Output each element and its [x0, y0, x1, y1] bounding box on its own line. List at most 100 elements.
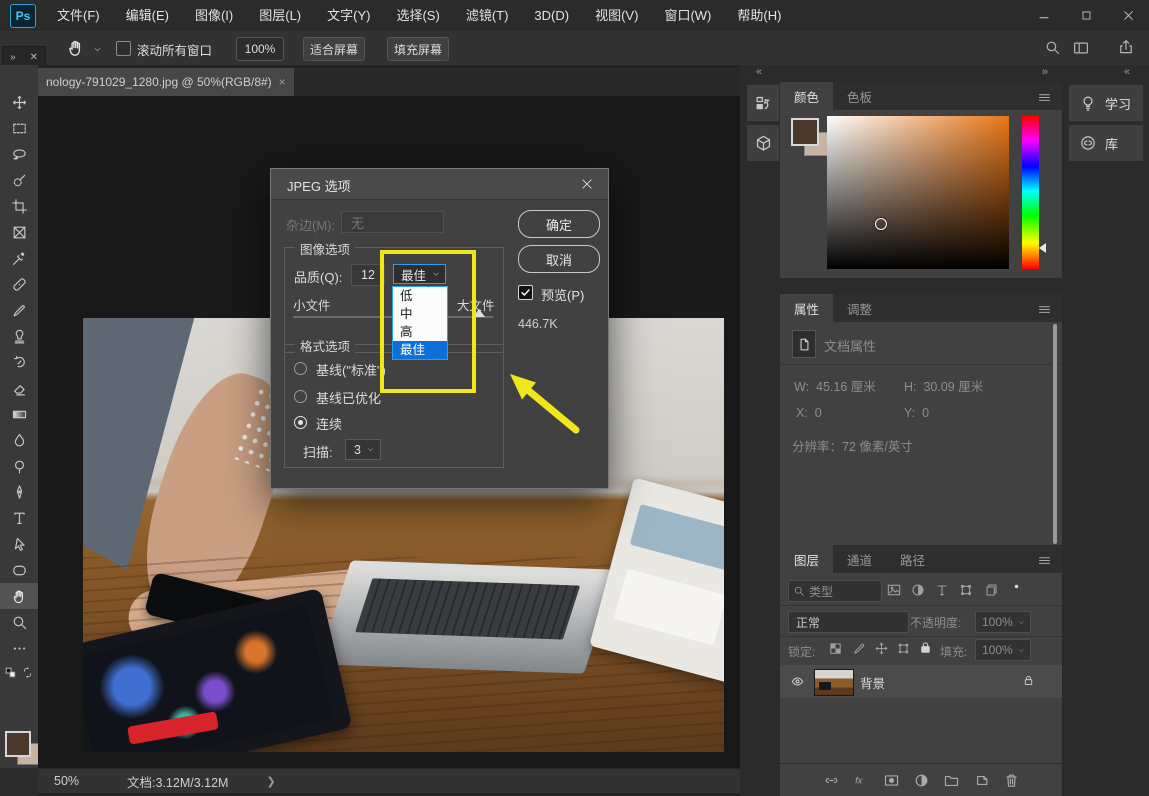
blend-mode-select[interactable]: 正常	[788, 611, 909, 633]
lock-all-icon[interactable]	[918, 640, 933, 655]
share-icon[interactable]	[1117, 38, 1135, 56]
foreground-color-swatch[interactable]	[5, 731, 31, 757]
layer-filter-select[interactable]: 类型	[788, 580, 882, 602]
layer-visibility-eye-icon[interactable]	[789, 675, 806, 688]
adjustment-layer-icon[interactable]	[913, 772, 930, 789]
layer-thumbnail[interactable]	[814, 669, 854, 696]
scroll-all-windows-checkbox[interactable]	[116, 41, 131, 56]
cancel-button[interactable]: 取消	[518, 245, 600, 273]
minimize-button[interactable]	[1023, 2, 1065, 30]
tab-swatches[interactable]: 色板	[833, 82, 886, 110]
learn-panel-button[interactable]: 学习	[1068, 84, 1144, 122]
menu-3d[interactable]: 3D(D)	[521, 0, 582, 31]
search-icon[interactable]	[1044, 39, 1061, 56]
fill-field[interactable]: 100%	[975, 639, 1031, 661]
zoom-tool[interactable]	[0, 609, 38, 635]
filter-shape-layers-icon[interactable]	[958, 582, 974, 598]
swap-colors-icon[interactable]	[21, 666, 34, 679]
dodge-tool[interactable]	[0, 453, 38, 479]
expand-panel-chevrons[interactable]: »	[10, 52, 16, 63]
color-field-marker[interactable]	[875, 218, 887, 230]
close-mini-panel-icon[interactable]: ✕	[30, 52, 38, 63]
progressive-radio[interactable]	[294, 416, 307, 429]
quick-selection-tool[interactable]	[0, 167, 38, 193]
filter-smart-objects-icon[interactable]	[982, 582, 998, 598]
color-panel-menu-icon[interactable]	[1037, 90, 1052, 105]
lock-pixels-icon[interactable]	[852, 641, 867, 656]
default-swap-colors[interactable]	[0, 661, 38, 683]
hue-slider-marker[interactable]	[1039, 243, 1046, 253]
tab-properties[interactable]: 属性	[780, 294, 833, 322]
layer-name[interactable]: 背景	[860, 673, 885, 692]
menu-type[interactable]: 文字(Y)	[314, 0, 383, 31]
libraries-panel-button[interactable]: 库	[1068, 124, 1144, 162]
menu-window[interactable]: 窗口(W)	[651, 0, 724, 31]
new-group-icon[interactable]	[943, 772, 960, 789]
hue-slider[interactable]	[1022, 116, 1039, 269]
lasso-tool[interactable]	[0, 141, 38, 167]
layer-row-background[interactable]: 背景	[780, 665, 1062, 698]
properties-scrollbar[interactable]	[1053, 324, 1057, 544]
workspace-switcher-icon[interactable]	[1072, 39, 1090, 57]
tab-channels[interactable]: 通道	[833, 545, 886, 573]
menu-layer[interactable]: 图层(L)	[246, 0, 314, 31]
zoom-100-button[interactable]: 100%	[236, 37, 284, 61]
fill-screen-button[interactable]: 填充屏幕	[387, 37, 449, 61]
filter-type-layers-icon[interactable]	[934, 582, 950, 598]
fit-screen-button[interactable]: 适合屏幕	[303, 37, 365, 61]
status-zoom-level[interactable]: 50%	[54, 774, 79, 788]
delete-layer-icon[interactable]	[1003, 772, 1020, 789]
shape-tool[interactable]	[0, 557, 38, 583]
filter-toggle-icon[interactable]	[1010, 580, 1023, 593]
hand-tool[interactable]	[0, 583, 38, 609]
dialog-title-bar[interactable]: JPEG 选项	[271, 169, 608, 200]
gradient-tool[interactable]	[0, 401, 38, 427]
pen-tool[interactable]	[0, 479, 38, 505]
ok-button[interactable]: 确定	[518, 210, 600, 238]
move-tool[interactable]	[0, 89, 38, 115]
filter-pixel-layers-icon[interactable]	[886, 582, 902, 598]
menu-view[interactable]: 视图(V)	[582, 0, 651, 31]
history-brush-tool[interactable]	[0, 349, 38, 375]
new-layer-icon[interactable]	[973, 772, 990, 789]
properties-panel-menu-icon[interactable]	[1037, 302, 1052, 317]
preview-checkbox[interactable]	[518, 285, 533, 300]
layer-style-fx-icon[interactable]: fx	[853, 772, 870, 789]
document-tab-close-icon[interactable]: ×	[279, 75, 286, 89]
baseline-standard-radio[interactable]	[294, 362, 307, 375]
rectangular-marquee-tool[interactable]	[0, 115, 38, 141]
3d-panel-button[interactable]	[746, 124, 780, 162]
menu-file[interactable]: 文件(F)	[44, 0, 113, 31]
menu-image[interactable]: 图像(I)	[182, 0, 246, 31]
close-button[interactable]	[1107, 2, 1149, 30]
tab-paths[interactable]: 路径	[886, 545, 939, 573]
baseline-optimized-radio[interactable]	[294, 390, 307, 403]
filter-adjustment-layers-icon[interactable]	[910, 582, 926, 598]
collapse-strip-chevrons[interactable]: «	[756, 66, 762, 78]
status-expand-chevron-icon[interactable]: ❯	[266, 775, 275, 788]
dialog-close-icon[interactable]	[580, 177, 594, 191]
crop-tool[interactable]	[0, 193, 38, 219]
lock-position-icon[interactable]	[874, 641, 889, 656]
document-tab[interactable]: nology-791029_1280.jpg @ 50%(RGB/8#) ×	[38, 68, 294, 96]
eraser-tool[interactable]	[0, 375, 38, 401]
eyedropper-tool[interactable]	[0, 245, 38, 271]
menu-help[interactable]: 帮助(H)	[724, 0, 794, 31]
tab-layers[interactable]: 图层	[780, 545, 833, 573]
opacity-field[interactable]: 100%	[975, 611, 1031, 633]
clone-stamp-tool[interactable]	[0, 323, 38, 349]
add-layer-mask-icon[interactable]	[883, 772, 900, 789]
path-selection-tool[interactable]	[0, 531, 38, 557]
history-panel-button[interactable]	[746, 84, 780, 122]
lock-transparency-icon[interactable]	[828, 641, 843, 656]
panel-group-chevrons[interactable]: »	[1042, 66, 1048, 78]
menu-select[interactable]: 选择(S)	[383, 0, 452, 31]
layers-panel-menu-icon[interactable]	[1037, 553, 1052, 568]
slice-tool[interactable]	[0, 219, 38, 245]
type-tool[interactable]	[0, 505, 38, 531]
tab-adjustments[interactable]: 调整	[833, 294, 886, 322]
lock-artboard-icon[interactable]	[896, 641, 911, 656]
maximize-button[interactable]	[1065, 2, 1107, 30]
edit-toolbar-button[interactable]	[0, 635, 38, 661]
healing-brush-tool[interactable]	[0, 271, 38, 297]
